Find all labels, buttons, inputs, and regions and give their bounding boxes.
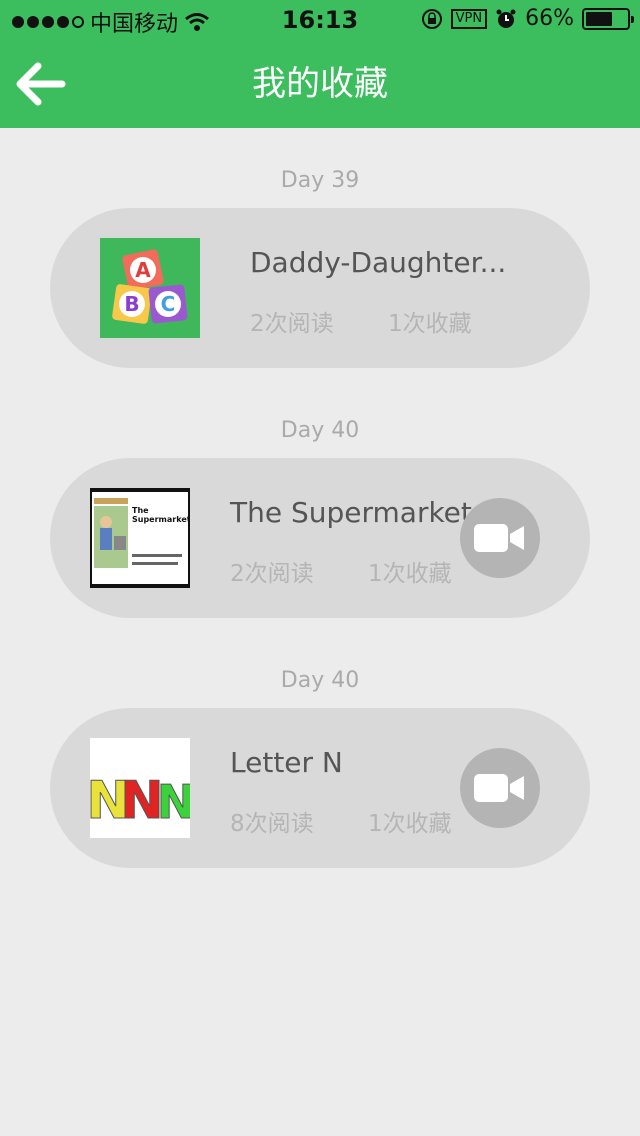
orientation-lock-icon [421,8,442,29]
video-camera-icon [474,774,524,802]
alarm-icon [496,9,516,28]
read-count: 8次阅读 [230,811,314,837]
book-cover-title: The Supermarket [132,506,190,524]
favorite-card[interactable]: The Supermarket The Supermarket 2次阅读 1次收… [50,458,590,618]
svg-text:N: N [157,775,190,829]
day-label: Day 40 [280,668,360,693]
day-label: Day 40 [280,418,360,443]
favorite-card[interactable]: N N N Letter N 8次阅读 1次收藏 [50,708,590,868]
video-button[interactable] [460,498,540,578]
video-button[interactable] [460,748,540,828]
battery-icon [582,7,634,30]
day-label: Day 39 [280,168,360,193]
svg-text:B: B [124,292,139,316]
svg-text:C: C [161,292,176,316]
svg-text:A: A [135,258,151,282]
read-count: 2次阅读 [230,561,314,587]
item-title: Letter N [230,746,343,779]
video-camera-icon [474,524,524,552]
app-header: 中国移动 16:13 VPN 66% 我的收藏 [0,0,640,128]
page-title: 我的收藏 [252,64,388,104]
abc-blocks-image: A B C [100,238,200,338]
favorite-card[interactable]: A B C Daddy-Daughter... 2次阅读 1次收藏 [50,208,590,368]
favorite-count: 1次收藏 [368,811,452,837]
item-title: Daddy-Daughter... [250,246,507,279]
favorite-count: 1次收藏 [388,311,472,337]
status-bar: 中国移动 16:13 VPN 66% [0,0,640,40]
letter-n-image: N N N [90,738,190,838]
supermarket-book-cover: The Supermarket [90,488,190,588]
favorite-count: 1次收藏 [368,561,452,587]
battery-percent: 66% [525,6,574,31]
read-count: 2次阅读 [250,311,334,337]
vpn-badge: VPN [450,8,488,29]
item-title: The Supermarket [230,496,472,529]
